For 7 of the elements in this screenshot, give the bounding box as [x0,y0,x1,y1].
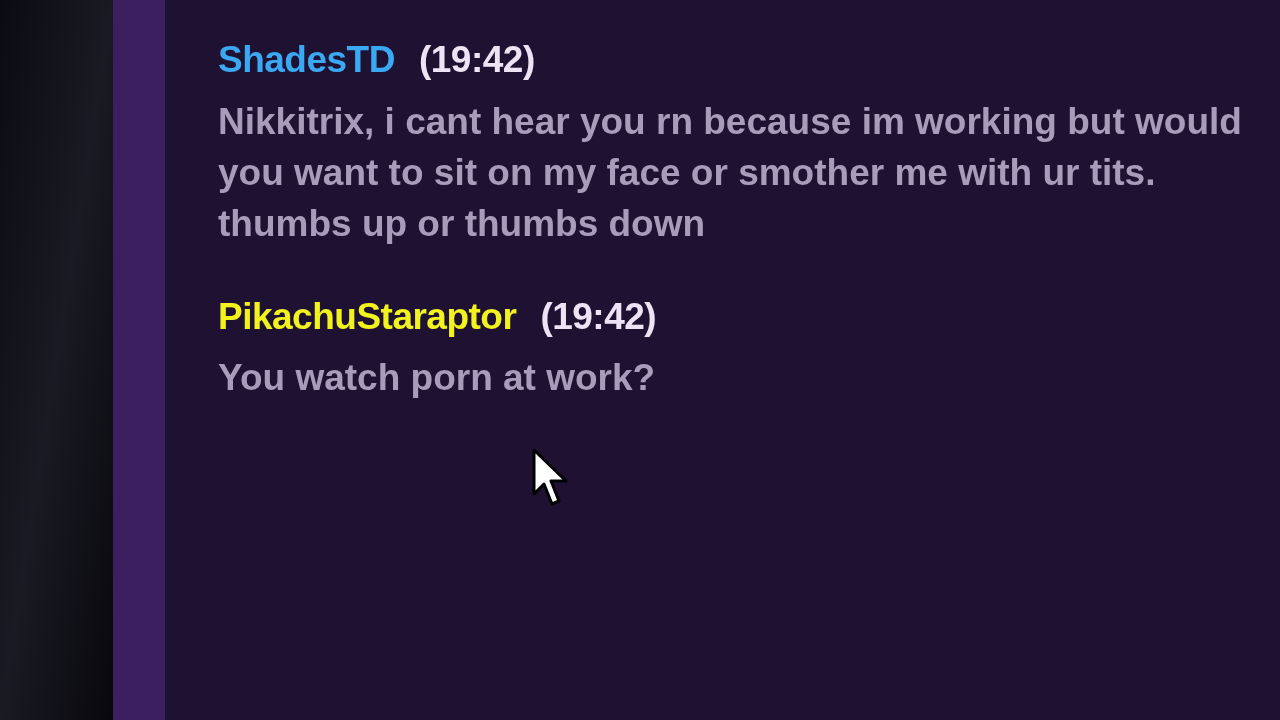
mouse-pointer-icon [532,448,570,508]
timestamp: (19:42) [540,294,657,339]
timestamp: (19:42) [418,38,535,82]
message-text: Nikkitrix, i cant hear you rn because im working but would you want to sit on my face or smother me with ur tits. thumbs up or thumbs down [218,99,1243,246]
username: PikachuStaraptor [218,294,517,339]
message-text: You watch porn at work? [218,356,657,400]
username: ShadesTD [218,38,395,82]
